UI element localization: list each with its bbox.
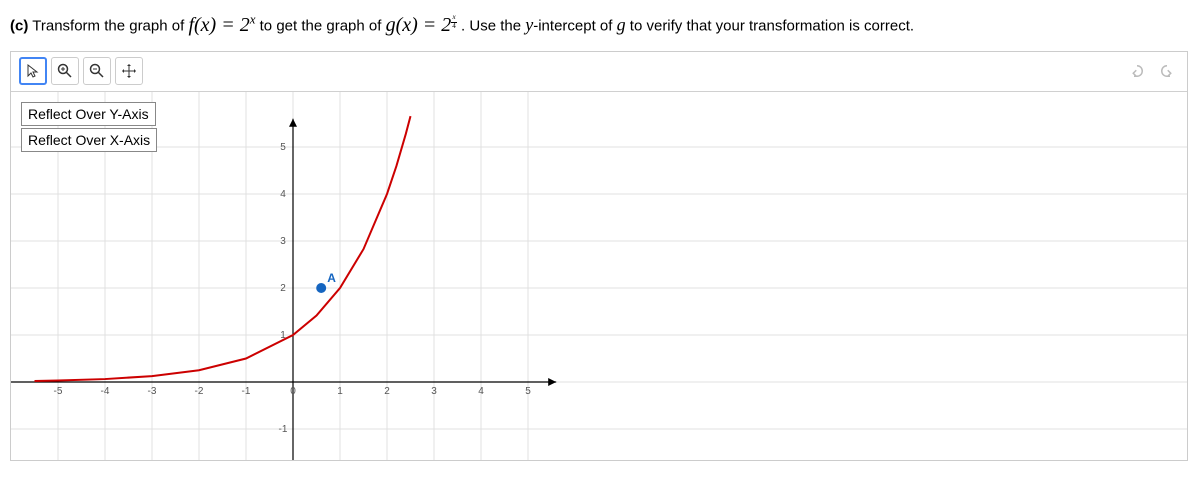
svg-text:5: 5 xyxy=(525,386,531,397)
svg-text:-1: -1 xyxy=(242,386,251,397)
reflect-x-axis-button[interactable]: Reflect Over X-Axis xyxy=(21,128,157,152)
svg-text:-1: -1 xyxy=(279,424,288,435)
redo-button[interactable] xyxy=(1155,59,1179,83)
svg-text:4: 4 xyxy=(478,386,484,397)
zoom-in-tool[interactable] xyxy=(51,57,79,85)
part-label: (c) xyxy=(10,18,28,35)
svg-text:-3: -3 xyxy=(148,386,157,397)
toolbar xyxy=(11,52,1187,92)
svg-text:5: 5 xyxy=(280,142,286,153)
svg-text:2: 2 xyxy=(384,386,390,397)
move-view-tool[interactable] xyxy=(115,57,143,85)
svg-text:4: 4 xyxy=(280,189,286,200)
zoom-out-tool[interactable] xyxy=(83,57,111,85)
undo-button[interactable] xyxy=(1125,59,1149,83)
plot-svg: -5-4-3-2-1012345-112345A xyxy=(11,92,1187,460)
svg-text:3: 3 xyxy=(431,386,437,397)
reflect-y-axis-button[interactable]: Reflect Over Y-Axis xyxy=(21,102,156,126)
question-prompt: (c) Transform the graph of f(x) = 2x to … xyxy=(10,10,1190,39)
svg-text:-4: -4 xyxy=(101,386,110,397)
geogebra-applet: Reflect Over Y-Axis Reflect Over X-Axis … xyxy=(10,51,1188,461)
svg-text:-2: -2 xyxy=(195,386,204,397)
svg-text:2: 2 xyxy=(280,283,286,294)
chart-area[interactable]: Reflect Over Y-Axis Reflect Over X-Axis … xyxy=(11,92,1187,460)
svg-text:1: 1 xyxy=(337,386,343,397)
svg-text:-5: -5 xyxy=(54,386,63,397)
pointer-tool[interactable] xyxy=(19,57,47,85)
svg-text:A: A xyxy=(327,271,336,285)
svg-text:3: 3 xyxy=(280,236,286,247)
svg-text:0: 0 xyxy=(290,386,296,397)
